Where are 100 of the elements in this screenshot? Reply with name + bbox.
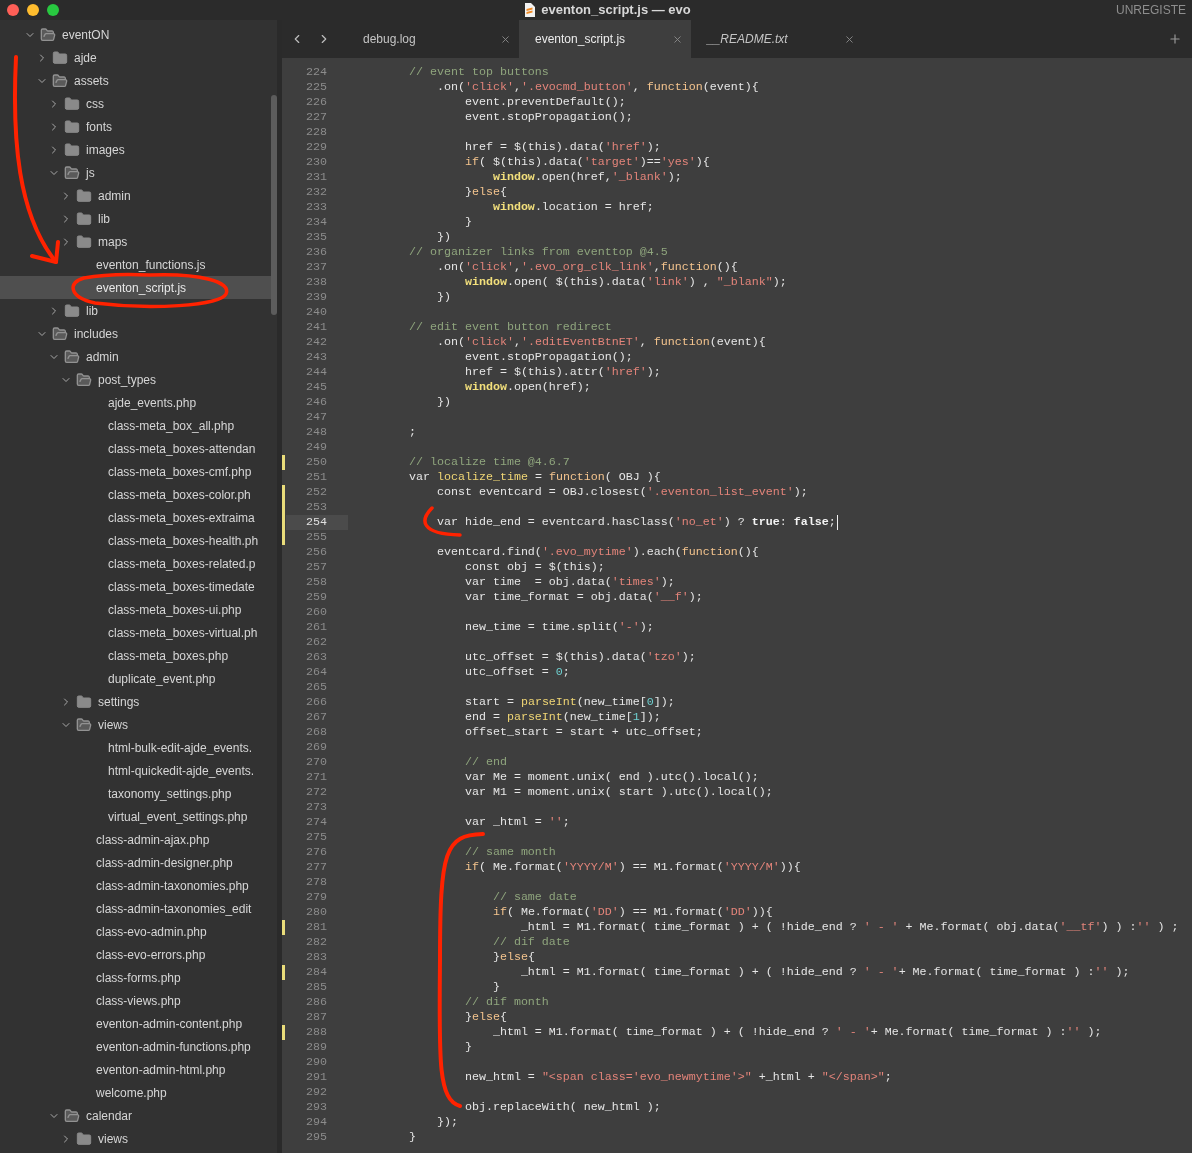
tree-item[interactable]: class-admin-ajax.php [96,828,210,851]
code-line: event.stopPropagation(); [463,110,633,125]
line-number: 286 [305,995,328,1010]
line-number: 228 [305,125,328,140]
line-number: 270 [305,755,328,770]
tree-item[interactable]: class-meta_boxes-ui.php [108,598,242,621]
tree-item[interactable]: ajde_events.php [108,391,197,414]
line-number: 276 [305,845,328,860]
tree-item[interactable]: welcome.php [96,1081,167,1104]
code-line: // end [463,755,507,770]
tree-item[interactable]: assets [36,69,109,92]
line-number: 253 [305,500,328,515]
line-number: 278 [305,875,328,890]
tree-item[interactable]: taxonomy_settings.php [108,782,232,805]
tab[interactable]: debug.log [347,20,519,58]
tree-item[interactable]: eventon-admin-content.php [96,1012,243,1035]
tree-item[interactable]: html-quickedit-ajde_events. [108,759,255,782]
line-number: 254 [286,515,348,530]
tree-item[interactable]: eventon-admin-html.php [96,1058,226,1081]
tree-item[interactable]: eventon-admin-functions.php [96,1035,251,1058]
minimize-button[interactable] [27,4,39,16]
code-line: obj.replaceWith( new_html ); [463,1100,661,1115]
code-line: _html = M1.format( time_format ) + ( !hide_end ? ' - '+ Me.format( time_format ) :'' ); [491,1025,1102,1040]
tree-item[interactable]: duplicate_event.php [108,667,216,690]
line-number: 267 [305,710,328,725]
code-line: }else{ [491,950,535,965]
code-line: window.open( $(this).data('link') , "_blank"); [463,275,787,290]
tree-item[interactable]: calendar [48,1104,133,1127]
line-number: 236 [305,245,328,260]
code-line: }else{ [463,185,507,200]
line-number: 255 [305,530,328,545]
tree-item[interactable]: admin [48,345,119,368]
tree-item[interactable]: lib [48,299,98,322]
tree-item[interactable]: views [60,1127,128,1150]
line-number: 284 [305,965,328,980]
tree-item[interactable]: class-meta_boxes.php [108,644,229,667]
tab[interactable]: eventon_script.js [519,20,691,58]
tree-item[interactable]: class-meta_boxes-related.p [108,552,256,575]
scrollbar-thumb[interactable] [271,95,277,315]
tab[interactable]: __README.txt [691,20,863,58]
tree-item[interactable]: class-meta_boxes-extraima [108,506,255,529]
line-number: 229 [305,140,328,155]
tree-item[interactable]: post_types [60,368,157,391]
close-icon[interactable] [500,33,511,45]
line-number: 266 [305,695,328,710]
new-tab-icon[interactable] [1168,32,1182,46]
close-icon[interactable] [844,33,855,45]
line-number: 269 [305,740,328,755]
code-line: if( Me.format('DD') == M1.format('DD')){ [491,905,773,920]
code-line: var localize_time = function( OBJ ){ [407,470,661,485]
tree-item[interactable]: maps [60,230,128,253]
line-number: 283 [305,950,328,965]
line-number: 256 [305,545,328,560]
tree-item[interactable]: class-views.php [96,989,181,1012]
tree-item[interactable]: class-evo-admin.php [96,920,207,943]
code-line: new_html = "<span class='evo_newmytime'>" +_html + "</span>"; [463,1070,892,1085]
close-button[interactable] [7,4,19,16]
tree-item[interactable]: js [48,161,95,184]
tree-item[interactable]: images [48,138,125,161]
tree-item[interactable]: class-meta_boxes-attendan [108,437,256,460]
code-line: if( Me.format('YYYY/M') == M1.format('YYYY/M')){ [463,860,801,875]
tree-item[interactable]: class-admin-taxonomies.php [96,874,249,897]
tree-item[interactable]: admin [60,184,131,207]
line-number: 260 [305,605,328,620]
tree-item[interactable]: views [60,713,128,736]
tree-item[interactable]: class-admin-taxonomies_edit [96,897,252,920]
tree-item[interactable]: virtual_event_settings.php [108,805,248,828]
tree-item[interactable]: class-meta_boxes-cmf.php [108,460,252,483]
tree-item[interactable]: class-meta_boxes-timedate [108,575,255,598]
line-number: 287 [305,1010,328,1025]
tree-item[interactable]: class-meta_boxes-virtual.ph [108,621,258,644]
tree-item[interactable]: class-forms.php [96,966,181,989]
line-number: 243 [305,350,328,365]
code-line: href = $(this).attr('href'); [463,365,661,380]
tree-item[interactable]: ajde [36,46,97,69]
tree-item[interactable]: class-meta_box_all.php [108,414,235,437]
tree-item[interactable]: class-evo-errors.php [96,943,206,966]
open-folder-icon [64,1107,80,1124]
tree-item[interactable]: class-admin-designer.php [96,851,233,874]
tree-item[interactable]: eventon_script.js [96,276,187,299]
tree-item[interactable]: includes [36,322,119,345]
tree-item[interactable]: class-meta_boxes-health.ph [108,529,259,552]
tree-item[interactable]: lib [60,207,110,230]
line-number: 274 [305,815,328,830]
tree-item[interactable]: html-bulk-edit-ajde_events. [108,736,253,759]
tree-item[interactable]: css [48,92,104,115]
tree-item[interactable]: settings [60,690,140,713]
code-line: // organizer links from eventtop @4.5 [407,245,668,260]
tree-item[interactable]: class-meta_boxes-color.ph [108,483,251,506]
tree-item[interactable]: eventON [24,23,110,46]
line-number: 230 [305,155,328,170]
close-icon[interactable] [672,33,683,45]
line-number: 248 [305,425,328,440]
line-number: 246 [305,395,328,410]
zoom-button[interactable] [47,4,59,16]
tree-item[interactable]: eventon_functions.js [96,253,206,276]
code-line: const obj = $(this); [463,560,605,575]
tree-item[interactable]: fonts [48,115,112,138]
line-number: 295 [305,1130,328,1145]
code-line: var time_format = obj.data('__f'); [463,590,703,605]
